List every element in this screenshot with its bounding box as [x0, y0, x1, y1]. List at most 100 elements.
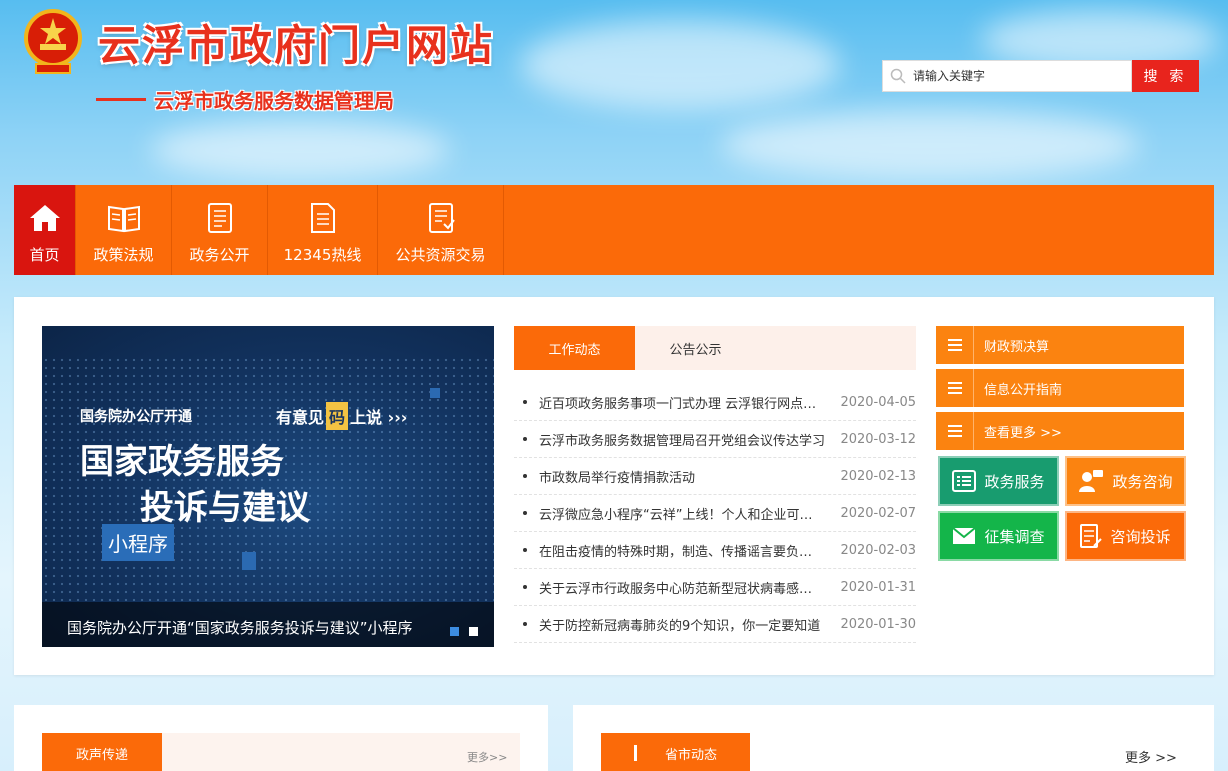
list-item[interactable]: 云浮市政务服务数据管理局召开党组会议传达学习 2020-03-12 [514, 421, 916, 458]
gov-service-button[interactable]: 政务服务 [938, 456, 1059, 506]
service-label: 政务咨询 [1112, 472, 1173, 491]
search-button[interactable]: 搜 索 [1132, 60, 1199, 92]
news-title: 市政数局举行疫情捐款活动 [539, 470, 696, 486]
site-title: 云浮市政府门户网站 [98, 21, 495, 70]
carousel-indicators [450, 627, 478, 636]
menu-lines-icon [936, 412, 974, 450]
national-emblem-logo [22, 8, 84, 76]
service-label: 政务服务 [984, 472, 1045, 491]
more-link[interactable]: 更多 >> [1125, 747, 1177, 766]
bullet [523, 437, 527, 441]
banner-mini-program-label: 小程序 [102, 524, 174, 561]
bullet [523, 474, 527, 478]
policy-voice-card: 政声传递 更多>> [14, 705, 548, 771]
banner-slogan-ma: 码 [326, 402, 349, 430]
tab-label: 省市动态 [664, 747, 717, 763]
banner-carousel[interactable]: 国务院办公厅开通 有意见 码 上说 ››› 国家政务服务 投诉与建议 小程序 国… [42, 326, 494, 647]
menu-lines-icon [936, 326, 974, 364]
news-date: 2020-03-12 [840, 431, 916, 447]
list-item[interactable]: 在阻击疫情的特殊时期，制造、传播谣言要负法律责任 2020-02-03 [514, 532, 916, 569]
list-item[interactable]: 市政数局举行疫情捐款活动 2020-02-13 [514, 458, 916, 495]
tab-announcements[interactable]: 公告公示 [635, 326, 756, 370]
more-link[interactable]: 更多>> [467, 749, 507, 765]
news-list: 近百项政务服务事项一门式办理 云浮银行网点可办理 2020-04-05 云浮市政务… [514, 384, 916, 643]
bullet [523, 585, 527, 589]
home-icon [25, 198, 65, 238]
news-title: 近百项政务服务事项一门式办理 云浮银行网点可办理 [539, 396, 825, 412]
tab-marker [633, 745, 637, 761]
side-link-label: 财政预决算 [984, 339, 1050, 355]
news-date: 2020-01-31 [840, 579, 916, 595]
nav-item-gov-affairs[interactable]: 政务公开 [172, 185, 268, 275]
banner-caption-text: 国务院办公厅开通“国家政务服务投诉与建议”小程序 [67, 619, 413, 637]
subtitle-dash [96, 98, 146, 101]
user-chat-icon [1079, 470, 1104, 492]
survey-button[interactable]: 征集调查 [938, 511, 1059, 561]
bullet [523, 511, 527, 515]
complaint-button[interactable]: 咨询投诉 [1065, 511, 1186, 561]
banner-slogan-b: 上说 ››› [350, 408, 408, 427]
side-link-finance-budget[interactable]: 财政预决算 [936, 326, 1184, 364]
news-date: 2020-02-03 [840, 542, 916, 558]
bullet [523, 548, 527, 552]
list-icon [952, 470, 977, 492]
banner-headline-2: 投诉与建议 [140, 488, 310, 528]
service-label: 咨询投诉 [1110, 527, 1171, 546]
carousel-dot-active[interactable] [450, 627, 459, 636]
news-date: 2020-04-05 [840, 394, 916, 410]
gov-consult-button[interactable]: 政务咨询 [1065, 456, 1186, 506]
nav-label: 12345热线 [283, 246, 362, 264]
tab-work-news[interactable]: 工作动态 [514, 326, 635, 370]
news-date: 2020-02-07 [840, 505, 916, 521]
side-link-view-more[interactable]: 查看更多 >> [936, 412, 1184, 450]
site-subtitle: 云浮市政务服务数据管理局 [154, 89, 394, 113]
search-input[interactable] [913, 62, 1123, 90]
nav-label: 首页 [29, 246, 60, 264]
list-item[interactable]: 近百项政务服务事项一门式办理 云浮银行网点可办理 2020-04-05 [514, 384, 916, 421]
banner-slogan-a: 有意见 [276, 408, 325, 427]
carousel-dot[interactable] [469, 627, 478, 636]
news-title: 云浮微应急小程序“云祥”上线！个人和企业可通过 [539, 507, 825, 523]
banner-caption[interactable]: 国务院办公厅开通“国家政务服务投诉与建议”小程序 [42, 602, 494, 647]
banner-headline-1: 国家政务服务 [80, 442, 284, 482]
news-title: 在阻击疫情的特殊时期，制造、传播谣言要负法律责任 [539, 544, 825, 560]
service-label: 征集调查 [984, 527, 1045, 546]
nav-item-public-resource-trade[interactable]: 公共资源交易 [378, 185, 504, 275]
list-item[interactable]: 云浮微应急小程序“云祥”上线！个人和企业可通过 2020-02-07 [514, 495, 916, 532]
nav-item-hotline[interactable]: 12345热线 [268, 185, 378, 275]
side-link-label: 信息公开指南 [984, 382, 1063, 398]
book-icon [104, 198, 144, 238]
nav-item-policy[interactable]: 政策法规 [76, 185, 172, 275]
nav-item-home[interactable]: 首页 [14, 185, 76, 275]
banner-slogan: 有意见 码 上说 ››› [276, 402, 407, 430]
trade-doc-icon [421, 198, 461, 238]
bullet [523, 400, 527, 404]
province-news-card: 省市动态 更多 >> [573, 705, 1214, 771]
side-link-disclosure-guide[interactable]: 信息公开指南 [936, 369, 1184, 407]
news-date: 2020-02-13 [840, 468, 916, 484]
news-title: 云浮市政务服务数据管理局召开党组会议传达学习 [539, 433, 825, 449]
menu-lines-icon [936, 369, 974, 407]
nav-label: 政策法规 [93, 246, 154, 264]
tab-policy-voice[interactable]: 政声传递 [42, 733, 162, 771]
search-box [882, 60, 1132, 92]
news-title: 关于防控新冠病毒肺炎的9个知识，你一定要知道 [539, 618, 821, 634]
banner-small-text: 国务院办公厅开通 [80, 409, 192, 425]
list-item[interactable]: 关于防控新冠病毒肺炎的9个知识，你一定要知道 2020-01-30 [514, 606, 916, 643]
hotline-doc-icon [303, 198, 343, 238]
news-date: 2020-01-30 [840, 616, 916, 632]
tab-province-news[interactable]: 省市动态 [601, 733, 750, 771]
banner-decor-square [242, 552, 256, 570]
document-icon [200, 198, 240, 238]
list-item[interactable]: 关于云浮市行政服务中心防范新型冠状病毒感染的通告 2020-01-31 [514, 569, 916, 606]
bullet [523, 622, 527, 626]
news-title: 关于云浮市行政服务中心防范新型冠状病毒感染的通告 [539, 581, 825, 597]
search-icon [883, 61, 913, 91]
envelope-icon [952, 527, 977, 544]
nav-label: 公共资源交易 [395, 246, 486, 264]
side-link-label: 查看更多 >> [984, 425, 1062, 441]
form-icon [1080, 524, 1103, 548]
main-nav: 首页 政策法规 政务公开 12345热线 公共资源交易 [14, 185, 1214, 275]
nav-label: 政务公开 [189, 246, 250, 264]
news-tabs: 工作动态 公告公示 [514, 326, 916, 370]
